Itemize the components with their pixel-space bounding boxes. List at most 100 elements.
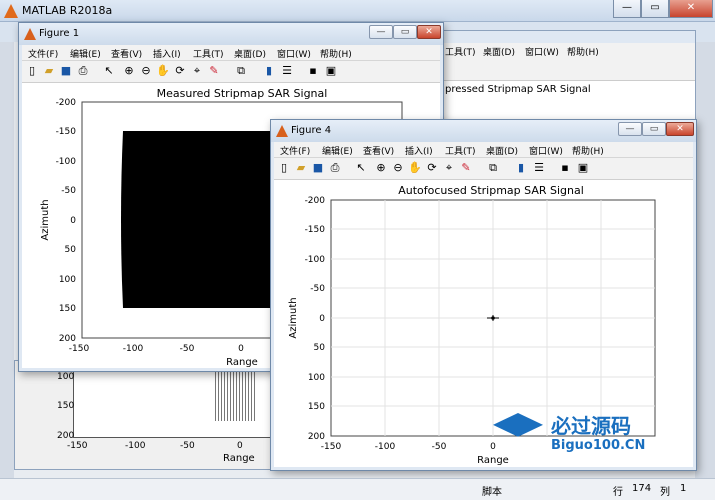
fig4-ytick: 200: [308, 432, 325, 442]
show-tools-icon[interactable]: ▣: [576, 161, 590, 175]
menu-edit[interactable]: 编辑(E): [70, 47, 101, 60]
open-file-icon[interactable]: ▰: [42, 64, 56, 78]
fig1-ytick: -200: [56, 98, 77, 108]
fig4-plot-title: Autofocused Stripmap SAR Signal: [398, 184, 584, 197]
data-cursor-icon[interactable]: ⌖: [190, 64, 204, 78]
menu-window[interactable]: 窗口(W): [277, 47, 311, 60]
menu-file[interactable]: 文件(F): [280, 144, 310, 157]
fig1-ytick: -100: [56, 157, 77, 167]
new-figure-icon[interactable]: ▯: [277, 161, 291, 175]
fig1-maximize-button[interactable]: ▭: [393, 25, 417, 39]
colorbar-icon[interactable]: ▮: [514, 161, 528, 175]
fig4-ytick: -100: [305, 255, 326, 265]
link-plot-icon[interactable]: ⧉: [234, 64, 248, 78]
figure-4-menubar: 文件(F) 编辑(E) 查看(V) 插入(I) 工具(T) 桌面(D) 窗口(W…: [274, 142, 693, 158]
fig1-close-button[interactable]: ✕: [417, 25, 441, 39]
figure-background-right: 工具(T) 桌面(D) 窗口(W) 帮助(H) pressed Stripmap…: [438, 30, 696, 120]
fig1-xtick: -50: [180, 344, 195, 354]
brush-icon[interactable]: ✎: [207, 64, 221, 78]
brush-icon[interactable]: ✎: [459, 161, 473, 175]
fig4-ytick: -50: [310, 284, 325, 294]
pan-icon[interactable]: ✋: [156, 64, 170, 78]
bg-menu-window[interactable]: 窗口(W): [525, 45, 559, 58]
fig4-xtick: -100: [375, 442, 396, 452]
bg-xtick: -150: [67, 441, 88, 451]
figure-icon: [276, 125, 288, 137]
figure-4-canvas: Autofocused Stripmap SAR Signal -200 -15…: [274, 180, 693, 467]
figure-icon: [24, 28, 36, 40]
fig1-xtick: -100: [123, 344, 144, 354]
menu-edit[interactable]: 编辑(E): [322, 144, 353, 157]
colorbar-icon[interactable]: ▮: [262, 64, 276, 78]
fig1-ytick: 150: [59, 304, 76, 314]
figure-4-titlebar[interactable]: Figure 4 — ▭ ✕: [271, 120, 696, 142]
rotate-3d-icon[interactable]: ⟳: [173, 64, 187, 78]
figure-1-titlebar[interactable]: Figure 1 — ▭ ✕: [19, 23, 443, 45]
menu-desktop[interactable]: 桌面(D): [486, 144, 518, 157]
fig1-ytick: -50: [61, 186, 76, 196]
rotate-3d-icon[interactable]: ⟳: [425, 161, 439, 175]
menu-insert[interactable]: 插入(I): [153, 47, 181, 60]
menu-file[interactable]: 文件(F): [28, 47, 58, 60]
fig1-ytick: 0: [70, 216, 76, 226]
edit-plot-icon[interactable]: ↖: [102, 64, 116, 78]
show-tools-icon[interactable]: ▣: [324, 64, 338, 78]
legend-icon[interactable]: ☰: [280, 64, 294, 78]
hide-tools-icon[interactable]: ▪: [558, 161, 572, 175]
bg-menu-help[interactable]: 帮助(H): [567, 45, 599, 58]
watermark-url: Biguo100.CN: [551, 438, 646, 453]
data-cursor-icon[interactable]: ⌖: [442, 161, 456, 175]
hide-tools-icon[interactable]: ▪: [306, 64, 320, 78]
fig4-ytick: 150: [308, 402, 325, 412]
fig1-minimize-button[interactable]: —: [369, 25, 393, 39]
bg-plot-title: pressed Stripmap SAR Signal: [445, 84, 591, 95]
fig4-maximize-button[interactable]: ▭: [642, 122, 666, 136]
app-title: MATLAB R2018a: [22, 4, 113, 17]
left-panel: [0, 42, 14, 478]
new-figure-icon[interactable]: ▯: [25, 64, 39, 78]
fig1-ytick: 100: [59, 275, 76, 285]
zoom-out-icon[interactable]: ⊖: [391, 161, 405, 175]
minimize-button[interactable]: —: [613, 0, 641, 18]
menu-tools[interactable]: 工具(T): [445, 144, 476, 157]
bg-ytick-200: 200: [57, 431, 75, 441]
fig4-close-button[interactable]: ✕: [666, 122, 694, 136]
graduation-cap-icon: [493, 413, 543, 437]
menu-desktop[interactable]: 桌面(D): [234, 47, 266, 60]
status-col-label: 列: [660, 487, 670, 498]
figure-4-window[interactable]: Figure 4 — ▭ ✕ 文件(F) 编辑(E) 查看(V) 插入(I) 工…: [270, 119, 697, 471]
menu-view[interactable]: 查看(V): [111, 47, 142, 60]
print-icon[interactable]: ⎙: [76, 64, 90, 78]
zoom-out-icon[interactable]: ⊖: [139, 64, 153, 78]
maximize-button[interactable]: ▭: [641, 0, 669, 18]
print-icon[interactable]: ⎙: [328, 161, 342, 175]
menu-window[interactable]: 窗口(W): [529, 144, 563, 157]
menu-view[interactable]: 查看(V): [363, 144, 394, 157]
link-plot-icon[interactable]: ⧉: [486, 161, 500, 175]
zoom-in-icon[interactable]: ⊕: [122, 64, 136, 78]
bg-xtick: -50: [180, 441, 195, 451]
close-button[interactable]: ✕: [669, 0, 713, 18]
menu-help[interactable]: 帮助(H): [320, 47, 352, 60]
fig4-minimize-button[interactable]: —: [618, 122, 642, 136]
bg-xlabel: Range: [223, 453, 255, 464]
menu-insert[interactable]: 插入(I): [405, 144, 433, 157]
fig4-ytick: -150: [305, 225, 326, 235]
save-icon[interactable]: ■: [311, 161, 325, 175]
legend-icon[interactable]: ☰: [532, 161, 546, 175]
edit-plot-icon[interactable]: ↖: [354, 161, 368, 175]
menu-tools[interactable]: 工具(T): [193, 47, 224, 60]
zoom-in-icon[interactable]: ⊕: [374, 161, 388, 175]
bg-menu-desktop[interactable]: 桌面(D): [483, 45, 515, 58]
menu-help[interactable]: 帮助(H): [572, 144, 604, 157]
save-icon[interactable]: ■: [59, 64, 73, 78]
bg-menu-tools[interactable]: 工具(T): [445, 45, 476, 58]
fig4-ytick: 0: [319, 314, 325, 324]
pan-icon[interactable]: ✋: [408, 161, 422, 175]
figure-1-title: Figure 1: [39, 28, 80, 39]
open-file-icon[interactable]: ▰: [294, 161, 308, 175]
fig1-ytick: 50: [65, 245, 77, 255]
fig4-ytick: -200: [305, 196, 326, 206]
fig4-ytick: 100: [308, 373, 325, 383]
fig4-xtick: -150: [321, 442, 342, 452]
